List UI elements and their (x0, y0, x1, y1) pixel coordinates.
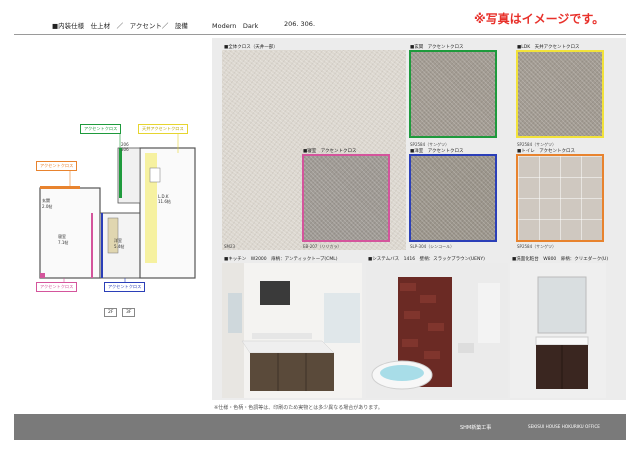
toilet-accent-swatch (516, 154, 604, 242)
footer-bar: SHM新築工事 SEKISUI HOUSE HOKURIKU OFFICE (14, 414, 626, 440)
plan-tag-bedroom-accent: アクセントクロス (36, 282, 78, 292)
toilet-accent-code: SP2584（サンゲツ） (517, 244, 557, 249)
kitchen-photo (222, 263, 362, 398)
plan-unit-tag: 206 306 (121, 142, 129, 152)
bedroom-accent-code: EB-207（リリカラ） (303, 244, 342, 249)
theme-name: Modern Dark (212, 22, 259, 30)
western-accent-code: SLP-304（シンコール） (410, 244, 455, 249)
vanity-illustration (510, 263, 606, 398)
plan-room-western: 洋室 5.4帖 (114, 238, 125, 249)
image-notice: ※写真はイメージです。 (474, 12, 605, 26)
vanity-label: ■洗面化粧台 W800 扉柄：クリエダーク(U) (512, 257, 609, 262)
bedroom-accent-swatch (302, 154, 390, 242)
header-rule (14, 34, 626, 35)
bath-illustration (366, 263, 508, 398)
plan-room-bedroom: 寝室 7.1帖 (58, 234, 69, 245)
plan-tag-entry-accent: アクセントクロス (80, 124, 122, 134)
floor-3f-button[interactable]: 3F (122, 308, 136, 317)
ldk-ceiling-accent-swatch (516, 50, 604, 138)
footnote: ※仕様・色柄・色調等は、印刷のため実物とは多少異なる場合があります。 (214, 405, 383, 411)
plan-tag-western-accent: アクセントクロス (104, 282, 146, 292)
wall-cloth-code: SM23 (224, 244, 236, 249)
spec-title: ■内装仕様 仕上材 ／ アクセント／ 設備 (52, 22, 188, 30)
vanity-photo (510, 263, 606, 398)
footer-project: SHM新築工事 (460, 425, 492, 431)
floor-2f-button[interactable]: 2F (104, 308, 118, 317)
western-accent-swatch (409, 154, 497, 242)
unit-numbers: 206. 306. (284, 20, 316, 28)
bath-photo (366, 263, 508, 398)
bath-label: ■システムバス 1416 壁柄：スラックブラウン(UENY) (368, 257, 485, 262)
plan-room-entry: 玄関 2.0帖 (42, 198, 53, 209)
entry-accent-swatch (409, 50, 497, 138)
plan-room-ldk: L.D.K 11.6帖 (158, 194, 171, 204)
kitchen-label: ■キッチン W2000 扉柄：アンティックトープ(CML) (224, 257, 338, 262)
plan-tag-ldk-ceiling-accent: 天井アクセントクロス (138, 124, 188, 134)
footer-company: SEKISUI HOUSE HOKURIKU OFFICE (528, 424, 600, 429)
kitchen-illustration (222, 263, 362, 398)
plan-tag-toilet-accent: アクセントクロス (36, 161, 78, 171)
